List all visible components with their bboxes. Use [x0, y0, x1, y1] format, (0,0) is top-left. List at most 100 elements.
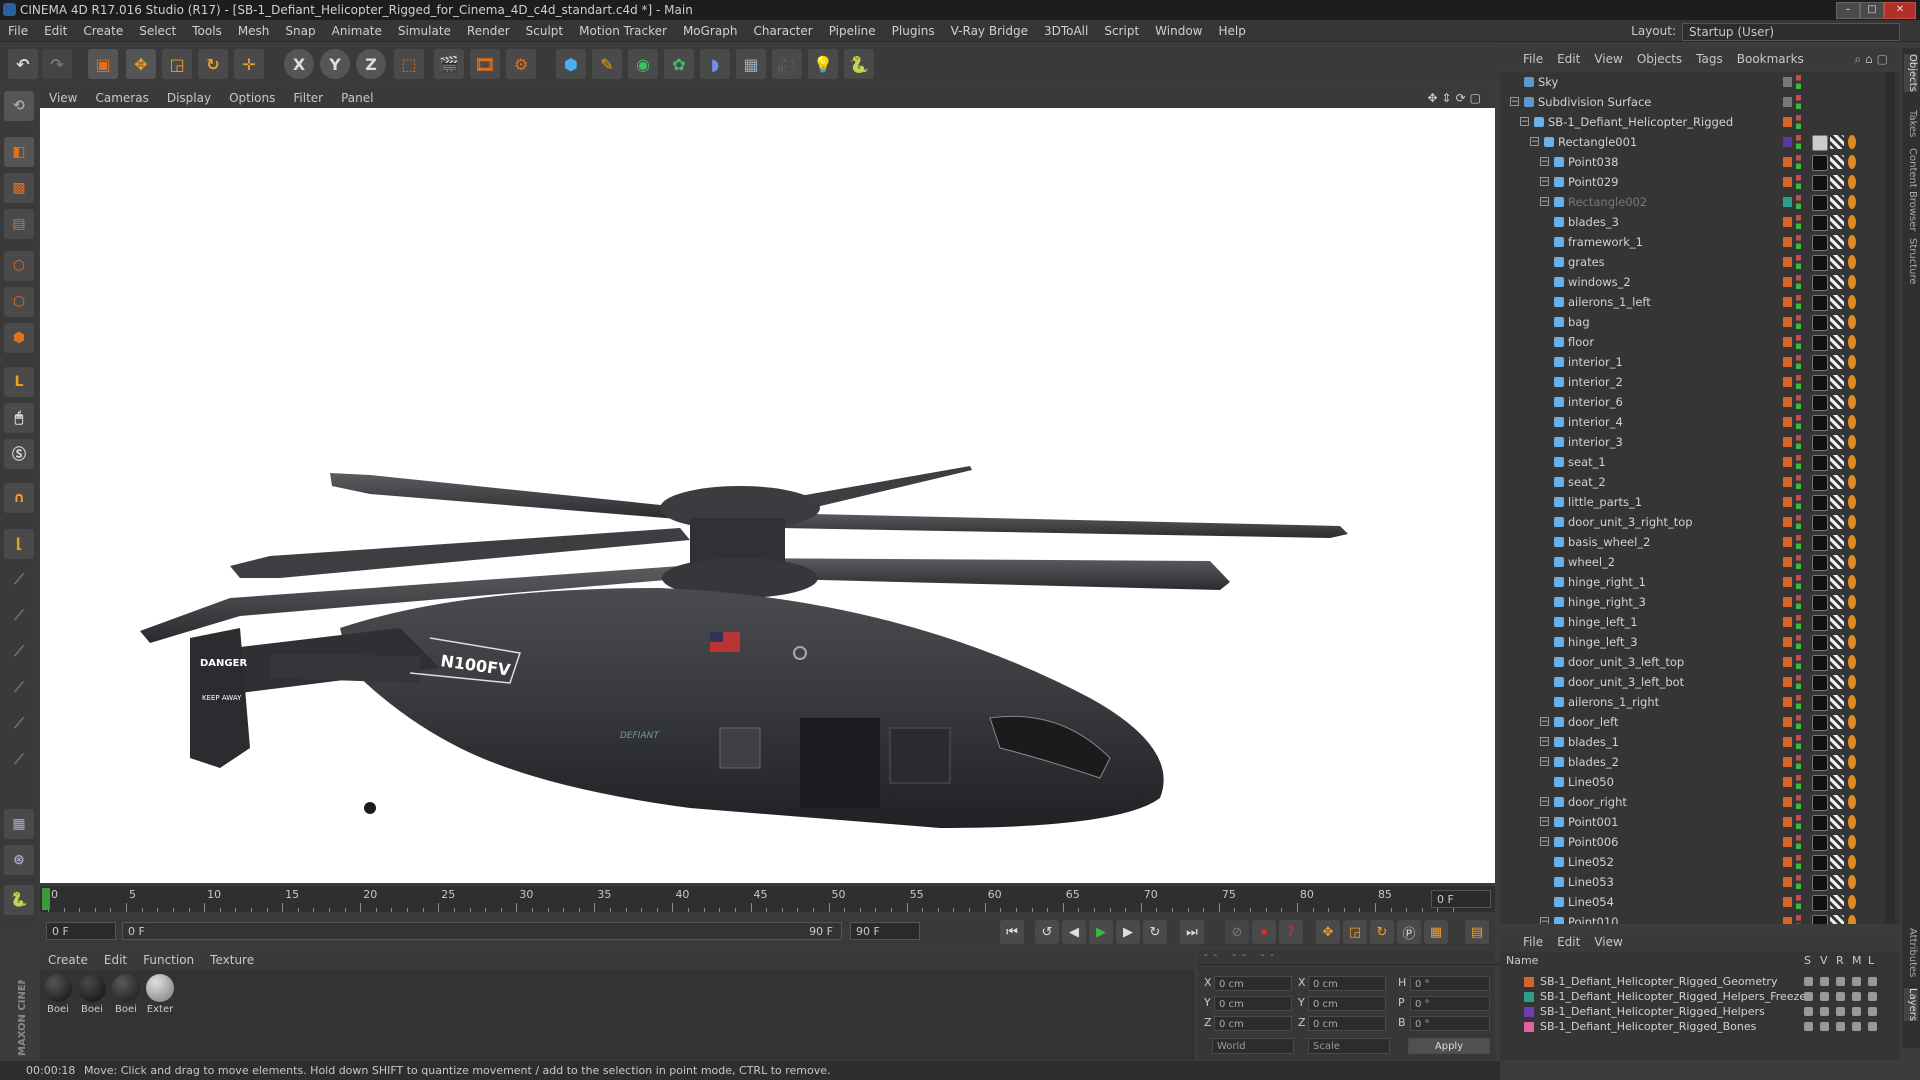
layer-color-swatch[interactable] [1783, 197, 1792, 207]
layer-color-swatch[interactable] [1783, 177, 1792, 187]
object-row[interactable]: door_unit_3_right_top [1500, 512, 1885, 532]
layer-color-swatch[interactable] [1524, 1007, 1534, 1017]
material-tag-icon[interactable] [1812, 395, 1828, 411]
menu-sculpt[interactable]: Sculpt [518, 20, 571, 42]
material-tag-icon[interactable] [1812, 815, 1828, 831]
layer-color-swatch[interactable] [1783, 457, 1792, 467]
menu-tools[interactable]: Tools [184, 20, 230, 42]
layer-row[interactable]: SB-1_Defiant_Helicopter_Rigged_Helpers [1500, 1004, 1890, 1019]
object-row[interactable]: Line054 [1500, 892, 1885, 912]
visibility-dots-icon[interactable] [1796, 915, 1801, 924]
object-row[interactable]: ailerons_1_left [1500, 292, 1885, 312]
model-mode-icon[interactable]: ◧ [4, 137, 34, 167]
tab-objects[interactable]: Objects [1904, 54, 1918, 92]
object-menu-bookmarks[interactable]: Bookmarks [1730, 48, 1811, 70]
material-menu-function[interactable]: Function [135, 950, 202, 970]
visibility-dots-icon[interactable] [1796, 315, 1801, 329]
constraint-tag-icon[interactable] [1848, 635, 1856, 649]
texture-tag-icon[interactable] [1830, 755, 1844, 769]
size-x-field[interactable]: 0 cm [1308, 976, 1386, 991]
pos-z-field[interactable]: 0 cm [1214, 1016, 1292, 1031]
visibility-dots-icon[interactable] [1796, 255, 1801, 269]
point-level-animation-icon[interactable]: ▦ [1424, 920, 1448, 944]
texture-tag-icon[interactable] [1830, 575, 1844, 589]
layer-color-swatch[interactable] [1783, 277, 1792, 287]
material-tag-icon[interactable] [1812, 775, 1828, 791]
constraint-tag-icon[interactable] [1848, 655, 1856, 669]
layer-color-swatch[interactable] [1783, 777, 1792, 787]
layer-color-swatch[interactable] [1524, 992, 1534, 1002]
menu-simulate[interactable]: Simulate [390, 20, 459, 42]
texture-mode-icon[interactable]: ▩ [4, 173, 34, 203]
layer-menu-file[interactable]: File [1516, 932, 1550, 952]
visibility-dots-icon[interactable] [1796, 475, 1801, 489]
layer-color-swatch[interactable] [1783, 697, 1792, 707]
rot-p-field[interactable]: 0 ° [1410, 996, 1490, 1011]
visibility-dots-icon[interactable] [1796, 135, 1801, 149]
material-tag-icon[interactable] [1812, 235, 1828, 251]
layer-color-swatch[interactable] [1783, 97, 1792, 107]
menu-animate[interactable]: Animate [324, 20, 390, 42]
tab-attributes[interactable]: Attributes [1904, 928, 1918, 977]
tab-takes[interactable]: Takes [1904, 110, 1918, 137]
edges-mode-icon[interactable]: ⬡ [4, 287, 34, 317]
texture-tag-icon[interactable] [1830, 415, 1844, 429]
visibility-dots-icon[interactable] [1796, 415, 1801, 429]
material-menu-texture[interactable]: Texture [202, 950, 262, 970]
object-row[interactable]: Sky [1500, 72, 1885, 92]
layer-row[interactable]: SB-1_Defiant_Helicopter_Rigged_Bones [1500, 1019, 1890, 1034]
expand-toggle-icon[interactable]: − [1540, 817, 1549, 827]
expand-toggle-icon[interactable]: − [1540, 197, 1549, 207]
close-button[interactable]: ✕ [1884, 2, 1916, 19]
texture-tag-icon[interactable] [1830, 355, 1844, 369]
object-row[interactable]: seat_2 [1500, 472, 1885, 492]
layer-color-swatch[interactable] [1524, 1022, 1534, 1032]
visibility-dots-icon[interactable] [1796, 895, 1801, 909]
visibility-dots-icon[interactable] [1796, 75, 1801, 89]
expand-toggle-icon[interactable]: − [1540, 917, 1549, 924]
texture-tag-icon[interactable] [1830, 715, 1844, 729]
texture-tag-icon[interactable] [1830, 515, 1844, 529]
texture-tag-icon[interactable] [1830, 735, 1844, 749]
constraint-tag-icon[interactable] [1848, 175, 1856, 189]
scale-key-icon[interactable]: ◲ [1343, 920, 1367, 944]
layer-color-swatch[interactable] [1783, 677, 1792, 687]
layout-dropdown[interactable]: Startup (User) [1682, 22, 1900, 41]
redo-icon[interactable]: ↷ [42, 49, 72, 79]
layer-color-swatch[interactable] [1783, 437, 1792, 447]
menu-mograph[interactable]: MoGraph [675, 20, 746, 42]
frame-range-slider[interactable]: 0 F 90 F [122, 922, 842, 940]
array-cloner-icon[interactable]: ✿ [664, 49, 694, 79]
texture-tag-icon[interactable] [1830, 675, 1844, 689]
texture-tag-icon[interactable] [1830, 335, 1844, 349]
visibility-dots-icon[interactable] [1796, 595, 1801, 609]
visibility-dots-icon[interactable] [1796, 835, 1801, 849]
texture-tag-icon[interactable] [1830, 695, 1844, 709]
texture-tag-icon[interactable] [1830, 275, 1844, 289]
visibility-dots-icon[interactable] [1796, 615, 1801, 629]
layer-color-swatch[interactable] [1783, 857, 1792, 867]
subdivision-generator-icon[interactable]: ◉ [628, 49, 658, 79]
menu-motion-tracker[interactable]: Motion Tracker [571, 20, 675, 42]
go-to-start-icon[interactable]: ⏮ [1000, 920, 1024, 944]
constraint-tag-icon[interactable] [1848, 295, 1856, 309]
layer-flag-toggle-icon[interactable] [1852, 992, 1861, 1001]
menu-render[interactable]: Render [459, 20, 518, 42]
material-tag-icon[interactable] [1812, 515, 1828, 531]
material-tag-icon[interactable] [1812, 495, 1828, 511]
menu-edit[interactable]: Edit [36, 20, 75, 42]
visibility-dots-icon[interactable] [1796, 195, 1801, 209]
menu-character[interactable]: Character [745, 20, 820, 42]
layer-color-swatch[interactable] [1783, 397, 1792, 407]
visibility-dots-icon[interactable] [1796, 235, 1801, 249]
previous-key-icon[interactable]: ↺ [1035, 920, 1059, 944]
object-tree-scrollbar[interactable] [1885, 72, 1895, 924]
keyframe-selection-icon[interactable]: ? [1279, 920, 1303, 944]
pos-y-field[interactable]: 0 cm [1214, 996, 1292, 1011]
object-row[interactable]: little_parts_1 [1500, 492, 1885, 512]
mirror-tool-icon[interactable]: ⟋ [4, 673, 34, 703]
layer-flag-toggle-icon[interactable] [1868, 1022, 1877, 1031]
visibility-dots-icon[interactable] [1796, 175, 1801, 189]
live-selection-icon[interactable]: ▣ [88, 49, 118, 79]
tab-structure[interactable]: Structure [1904, 238, 1918, 285]
